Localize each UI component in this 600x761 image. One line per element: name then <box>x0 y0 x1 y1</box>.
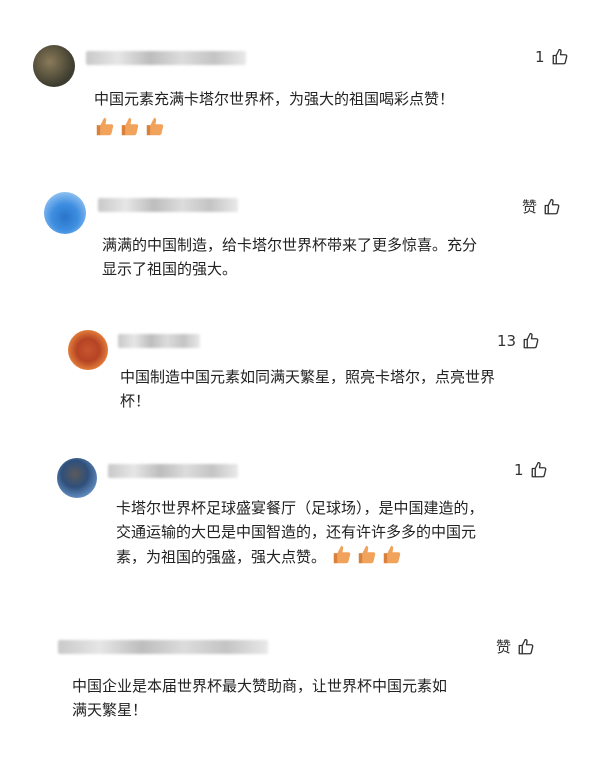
thumbs-up-icon <box>523 332 539 349</box>
comment-text: 中国制造中国元素如同满天繁星，照亮卡塔尔，点亮世界 杯！ <box>120 368 496 410</box>
avatar[interactable] <box>33 45 75 87</box>
username-blurred[interactable] <box>86 51 246 65</box>
username-blurred[interactable] <box>108 464 238 478</box>
like-button[interactable]: 赞 <box>496 636 535 657</box>
username-blurred[interactable] <box>98 198 238 212</box>
comment-text: 中国企业是本届世界杯最大赞助商，让世界杯中国元素如 满天繁星！ <box>72 677 448 719</box>
avatar[interactable] <box>68 330 108 370</box>
comment-5: 赞 中国企业是本届世界杯最大赞助商，让世界杯中国元素如 满天繁星！ <box>0 620 600 740</box>
thumbs-up-icon <box>544 198 560 214</box>
comment-text: 中国元素充满卡塔尔世界杯，为强大的祖国喝彩点赞！ <box>94 90 455 108</box>
comment-text: 满满的中国制造，给卡塔尔世界杯带来了更多惊喜。充分 显示了祖国的强大。 <box>102 236 478 278</box>
like-button[interactable]: 赞 <box>522 196 561 217</box>
thumbs-up-emoji <box>333 545 351 564</box>
comment-4: 1 卡塔尔世界杯足球盛宴餐厅（足球场），是中国建造的， 交通运输的大巴是中国智造… <box>0 450 600 590</box>
thumbs-up-emoji <box>358 545 376 564</box>
comment-3: 13 中国制造中国元素如同满天繁星，照亮卡塔尔，点亮世界 杯！ <box>0 320 600 420</box>
comment-text: 卡塔尔世界杯足球盛宴餐厅（足球场），是中国建造的， 交通运输的大巴是中国智造的，… <box>116 499 484 566</box>
thumbs-up-emoji <box>383 545 401 564</box>
username-blurred[interactable] <box>118 334 200 348</box>
avatar[interactable] <box>44 192 86 234</box>
comment-2: 赞 满满的中国制造，给卡塔尔世界杯带来了更多惊喜。充分 显示了祖国的强大。 <box>0 180 600 290</box>
avatar[interactable] <box>57 458 97 498</box>
like-count: 13 <box>497 332 517 350</box>
username-blurred[interactable] <box>58 640 268 654</box>
like-button[interactable]: 1 <box>514 461 548 479</box>
like-button[interactable]: 1 <box>535 48 569 66</box>
thumbs-up-emoji <box>121 117 139 136</box>
thumbs-up-icon <box>518 638 534 654</box>
like-label: 赞 <box>522 198 538 216</box>
thumbs-up-icon <box>531 461 546 478</box>
thumbs-up-emoji <box>146 117 164 136</box>
emoji-row <box>331 544 403 566</box>
like-count: 1 <box>535 48 545 66</box>
comment-1: 1 中国元素充满卡塔尔世界杯，为强大的祖国喝彩点赞！ <box>0 0 600 160</box>
thumbs-up-emoji <box>96 117 114 136</box>
thumbs-up-icon <box>552 48 567 65</box>
like-button[interactable]: 13 <box>497 332 540 350</box>
like-count: 1 <box>514 461 524 479</box>
like-label: 赞 <box>496 638 512 656</box>
emoji-row <box>94 116 166 138</box>
